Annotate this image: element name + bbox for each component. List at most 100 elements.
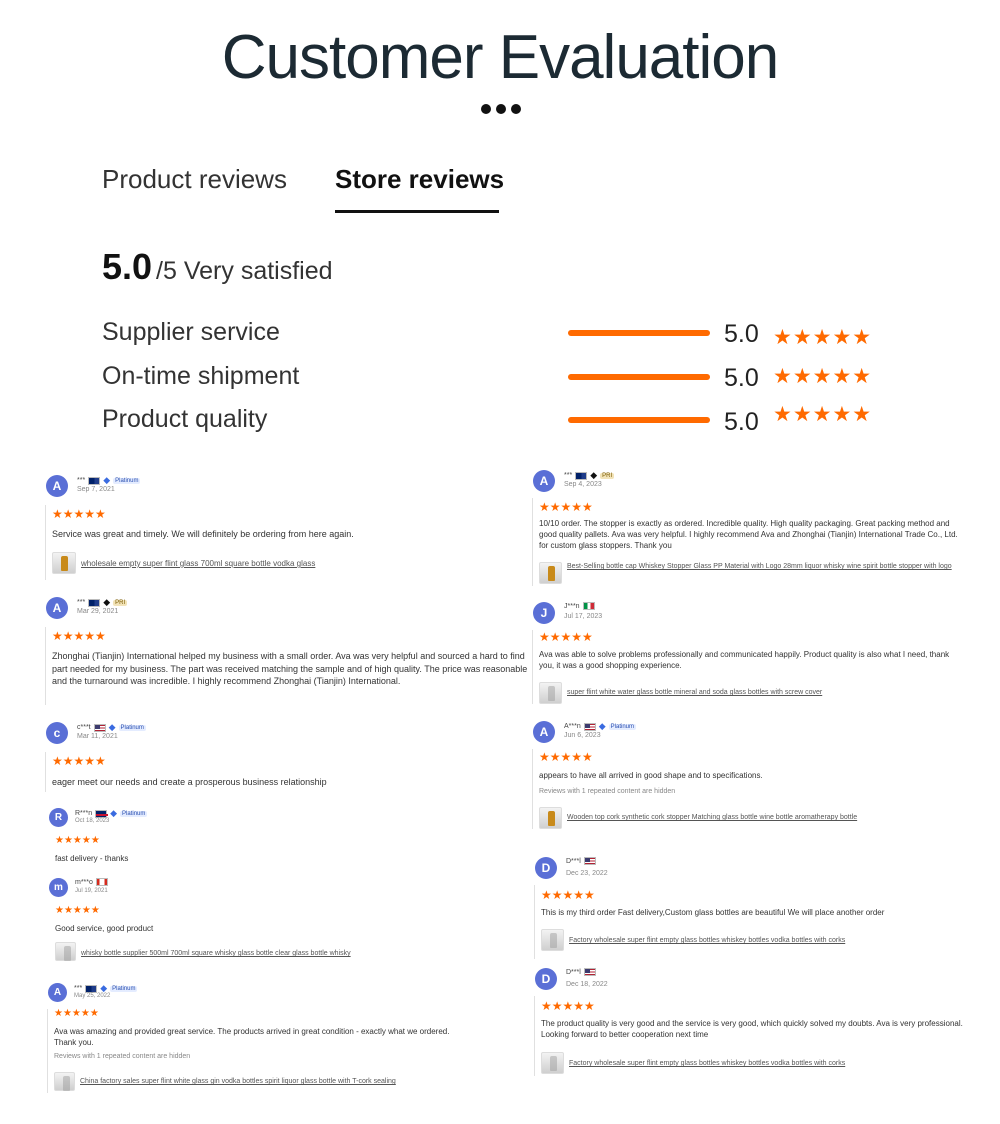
avatar: R <box>49 808 68 827</box>
avatar: A <box>46 597 68 619</box>
review-product-link[interactable]: super flint white water glass bottle min… <box>539 682 822 704</box>
usa-flag-icon <box>583 857 596 865</box>
review-card: A *** ◆ PRI Mar 29, 2021 ★★★★★ Zhonghai … <box>45 597 531 707</box>
divider <box>532 630 533 704</box>
tab-store-reviews[interactable]: Store reviews <box>335 164 504 195</box>
review-card: A *** ◆ Platinum Sep 7, 2021 ★★★★★ Servi… <box>45 475 531 585</box>
review-stars: ★★★★★ <box>55 835 100 846</box>
usa-flag-icon <box>93 723 106 732</box>
review-product-link[interactable]: Factory wholesale super flint empty glas… <box>541 929 845 951</box>
diamond-icon: ◆ <box>108 722 116 732</box>
review-stars: ★★★★★ <box>541 999 595 1013</box>
review-card: R R***n ◆ Platinum Oct 18, 2023 ★★★★★ fa… <box>49 808 529 868</box>
avatar: A <box>533 470 555 492</box>
review-text: Ava was amazing and provided great servi… <box>54 1027 450 1047</box>
hidden-reviews-note: Reviews with 1 repeated content are hidd… <box>54 1053 191 1060</box>
metric-stars-on-time-shipment: ★★★★★ <box>773 365 873 388</box>
metric-value-supplier-service: 5.0 <box>724 320 759 348</box>
reviewer-name: J***n <box>564 602 580 610</box>
review-text: appears to have all arrived in good shap… <box>539 771 763 780</box>
avatar: D <box>535 857 557 879</box>
membership-badge: Platinum <box>110 985 138 992</box>
diamond-icon: ◆ <box>103 597 111 607</box>
usa-flag-icon <box>583 968 596 976</box>
avatar: c <box>46 722 68 744</box>
review-date: Jun 6, 2023 <box>564 732 601 739</box>
product-thumbnail <box>541 1052 564 1074</box>
review-text: The product quality is very good and the… <box>541 1019 963 1039</box>
review-product-link[interactable]: wholesale empty super flint glass 700ml … <box>52 552 315 574</box>
metric-stars-supplier-service: ★★★★★ <box>773 326 873 349</box>
review-text: Ava was able to solve problems professio… <box>539 650 950 670</box>
review-date: Mar 29, 2021 <box>77 608 119 615</box>
product-title[interactable]: Factory wholesale super flint empty glas… <box>569 936 845 945</box>
avatar: A <box>46 475 68 497</box>
review-date: Dec 18, 2022 <box>566 981 608 988</box>
italy-flag-icon <box>582 602 595 610</box>
review-date: May 25, 2022 <box>74 993 111 999</box>
avatar: m <box>49 878 68 897</box>
avatar: D <box>535 968 557 990</box>
review-stars: ★★★★★ <box>54 1008 99 1019</box>
membership-badge: Platinum <box>608 723 636 730</box>
product-thumbnail <box>539 682 562 704</box>
metric-value-product-quality: 5.0 <box>724 408 759 436</box>
review-card: A A***n ◆ Platinum Jun 6, 2023 ★★★★★ app… <box>532 721 963 831</box>
membership-badge: Platinum <box>113 477 141 484</box>
avatar: A <box>533 721 555 743</box>
review-text: fast delivery - thanks <box>55 854 129 863</box>
product-title[interactable]: wholesale empty super flint glass 700ml … <box>81 559 315 569</box>
membership-badge: Platinum <box>118 724 146 731</box>
review-product-link[interactable]: Best-Selling bottle cap Whiskey Stopper … <box>539 562 952 584</box>
product-title[interactable]: Best-Selling bottle cap Whiskey Stopper … <box>567 562 952 571</box>
diamond-icon: ◆ <box>110 808 118 818</box>
diamond-icon: ◆ <box>590 470 598 480</box>
product-title[interactable]: China factory sales super flint white gl… <box>80 1077 396 1086</box>
reviewer-name: *** <box>77 599 86 606</box>
reviewer-name: *** <box>74 985 83 992</box>
review-date: Jul 17, 2023 <box>564 613 603 620</box>
review-card: J J***n Jul 17, 2023 ★★★★★ Ava was able … <box>532 602 963 704</box>
product-title[interactable]: Wooden top cork synthetic cork stopper M… <box>567 813 857 822</box>
membership-badge: PRI <box>113 599 128 606</box>
diamond-icon: ◆ <box>598 721 606 731</box>
product-thumbnail <box>539 807 562 829</box>
metric-value-on-time-shipment: 5.0 <box>724 364 759 392</box>
review-date: Jul 19, 2021 <box>75 888 108 894</box>
review-date: Sep 4, 2023 <box>564 481 602 488</box>
australia-flag-icon <box>88 476 101 485</box>
product-title[interactable]: whisky bottle supplier 500ml 700ml squar… <box>81 949 351 958</box>
reviewer-name: A***n <box>564 723 581 730</box>
review-stars: ★★★★★ <box>52 754 106 768</box>
review-date: Sep 7, 2021 <box>77 486 115 493</box>
reviewer-name: D***l <box>566 968 581 976</box>
review-product-link[interactable]: whisky bottle supplier 500ml 700ml squar… <box>55 942 351 961</box>
overall-score-value: 5.0 <box>102 246 153 287</box>
review-text: Good service, good product <box>55 924 154 933</box>
metric-label-product-quality: Product quality <box>102 405 268 433</box>
product-thumbnail <box>55 942 76 961</box>
product-title[interactable]: Factory wholesale super flint empty glas… <box>569 1059 845 1068</box>
australia-flag-icon <box>575 471 588 480</box>
canada-flag-icon <box>95 878 108 886</box>
divider <box>534 996 535 1076</box>
product-title[interactable]: super flint white water glass bottle min… <box>567 688 822 697</box>
review-product-link[interactable]: Factory wholesale super flint empty glas… <box>541 1052 845 1074</box>
reviewer-name: c***t <box>77 724 91 731</box>
review-product-link[interactable]: Wooden top cork synthetic cork stopper M… <box>539 807 857 829</box>
product-thumbnail <box>539 562 562 584</box>
review-card: m m***o Jul 19, 2021 ★★★★★ Good service,… <box>49 878 529 968</box>
review-product-link[interactable]: China factory sales super flint white gl… <box>54 1072 396 1091</box>
overall-score-suffix: /5 Very satisfied <box>156 257 333 285</box>
uk-flag-icon <box>95 809 109 818</box>
reviewer-name: D***l <box>566 857 581 865</box>
review-stars: ★★★★★ <box>52 507 106 521</box>
overall-score: 5.0/5 Very satisfied <box>102 246 333 288</box>
membership-badge: PRI <box>600 472 615 479</box>
hidden-reviews-note: Reviews with 1 repeated content are hidd… <box>539 788 676 795</box>
page-title: Customer Evaluation <box>221 23 780 92</box>
review-stars: ★★★★★ <box>539 500 593 514</box>
divider <box>45 627 46 705</box>
diamond-icon: ◆ <box>103 475 111 485</box>
tab-product-reviews[interactable]: Product reviews <box>102 164 287 195</box>
